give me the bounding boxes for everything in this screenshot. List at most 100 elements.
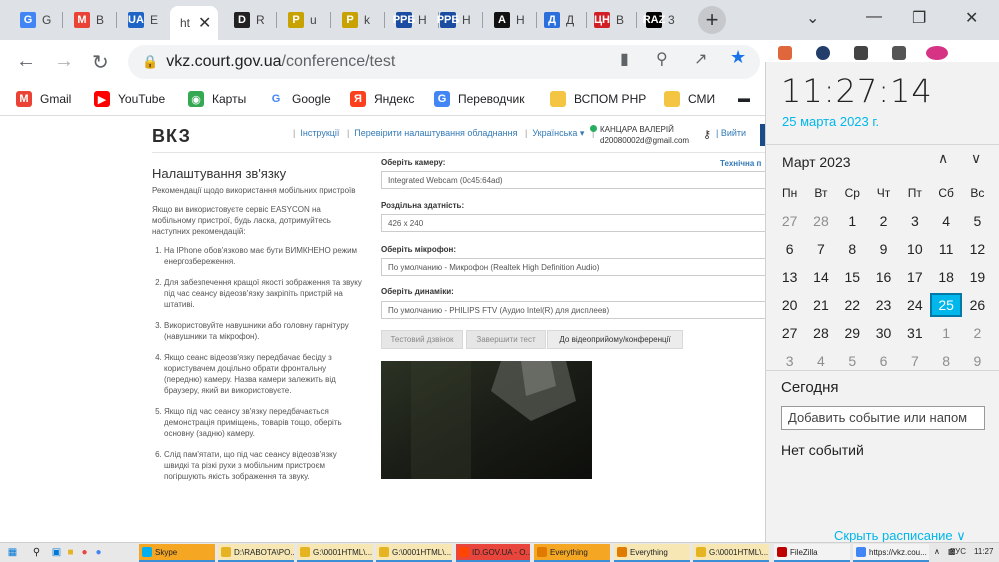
bookmark-item[interactable]: M Gmail xyxy=(16,91,71,107)
browser-tab[interactable]: Рk xyxy=(332,6,382,34)
calendar-day[interactable]: 16 xyxy=(868,269,899,285)
taskbar-task[interactable]: FileZilla xyxy=(774,544,850,562)
taskbar-task[interactable]: G:\0001HTML\... xyxy=(376,544,452,562)
calendar-day[interactable]: 4 xyxy=(930,213,961,229)
browser-tab[interactable]: UA E xyxy=(118,6,168,34)
calendar-day[interactable]: 19 xyxy=(962,269,993,285)
calendar-day[interactable]: 3 xyxy=(774,353,805,369)
logout-link[interactable]: | Вийти xyxy=(716,128,746,138)
window-close-icon[interactable]: ✕ xyxy=(965,8,978,28)
chevron-up-icon[interactable]: ∧ xyxy=(938,150,948,167)
calendar-day[interactable]: 7 xyxy=(899,353,930,369)
calendar-day[interactable]: 26 xyxy=(962,297,993,313)
calendar-month[interactable]: Март 2023 xyxy=(782,154,851,170)
tab-close-icon[interactable]: ✕ xyxy=(198,13,211,33)
calendar-day[interactable]: 17 xyxy=(899,269,930,285)
calendar-day-today[interactable]: 25 xyxy=(930,293,962,317)
calendar-day[interactable]: 21 xyxy=(805,297,836,313)
calendar-day[interactable]: 29 xyxy=(837,325,868,341)
tech-support-link[interactable]: Технічна п xyxy=(720,159,761,168)
calendar-day[interactable]: 10 xyxy=(899,241,930,257)
start-icon[interactable]: ▦ xyxy=(6,546,19,559)
calendar-day[interactable]: 4 xyxy=(805,353,836,369)
calendar-day[interactable]: 27 xyxy=(774,325,805,341)
calendar-day[interactable]: 6 xyxy=(774,241,805,257)
calendar-day[interactable]: 9 xyxy=(962,353,993,369)
bookmark-overflow-icon[interactable]: ▬ xyxy=(738,91,750,105)
taskbar-task[interactable]: Everything xyxy=(614,544,690,562)
hide-schedule-text[interactable]: Скрыть расписание xyxy=(834,528,953,543)
chrome-icon[interactable]: ● xyxy=(92,546,105,559)
logout-text[interactable]: Вийти xyxy=(721,128,746,138)
task-view-icon[interactable]: ▣ xyxy=(50,546,63,559)
profile-avatar[interactable] xyxy=(926,46,948,60)
bookmark-item[interactable]: ◉ Карты xyxy=(188,91,246,107)
taskbar-task[interactable]: ID.GOV.UA - O... xyxy=(456,544,530,562)
taskbar-task[interactable]: https://vkz.cou... xyxy=(853,544,929,562)
bookmark-item[interactable]: ▶ YouTube xyxy=(94,91,165,107)
calendar-day[interactable]: 30 xyxy=(868,325,899,341)
browser-tab[interactable]: РРБ Н xyxy=(430,6,480,34)
nav-language[interactable]: Українська xyxy=(532,128,577,138)
chevron-down-icon[interactable]: ∨ xyxy=(971,150,981,167)
explorer-icon[interactable]: ■ xyxy=(64,546,77,559)
camera-blocked-icon[interactable]: ▮ xyxy=(620,49,629,69)
browser-tab[interactable]: DR xyxy=(224,6,274,34)
calendar-day[interactable]: 6 xyxy=(868,353,899,369)
camera-select[interactable]: Integrated Webcam (0c45:64ad) xyxy=(381,171,765,189)
calendar-day[interactable]: 5 xyxy=(962,213,993,229)
browser-tab[interactable]: РРБ Н xyxy=(386,6,436,34)
calendar-day[interactable]: 31 xyxy=(899,325,930,341)
zoom-icon[interactable]: ⚲ xyxy=(656,49,668,69)
browser-tab[interactable]: ДД xyxy=(534,6,584,34)
language-caret-icon[interactable]: ▾ xyxy=(577,128,585,138)
browser-tab[interactable]: MB xyxy=(64,6,114,34)
tray-sidebar-icon[interactable] xyxy=(892,46,906,60)
calendar-day[interactable]: 2 xyxy=(962,325,993,341)
calendar-day[interactable]: 27 xyxy=(774,213,805,229)
tray-caret-icon[interactable]: ∧ xyxy=(934,547,940,556)
minimize-icon[interactable]: — xyxy=(866,8,882,26)
search-icon[interactable]: ⚲ xyxy=(30,546,43,559)
calendar-day[interactable]: 15 xyxy=(837,269,868,285)
restore-icon[interactable]: ❐ xyxy=(912,8,926,28)
bookmark-item[interactable]: Я Яндекс xyxy=(350,91,414,107)
join-conference-button[interactable]: До відеоприйому/конференції xyxy=(547,330,683,349)
calendar-day[interactable]: 3 xyxy=(899,213,930,229)
microphone-select[interactable]: По умолчанию - Микрофон (Realtek High De… xyxy=(381,258,765,276)
browser-tab[interactable]: ЦН В xyxy=(584,6,634,34)
calendar-day[interactable]: 20 xyxy=(774,297,805,313)
taskbar-task[interactable]: D:\RABOTA\PO... xyxy=(218,544,294,562)
bookmark-item[interactable]: G Переводчик xyxy=(434,91,525,107)
flyout-date[interactable]: 25 марта 2023 г. xyxy=(782,114,879,129)
calendar-day[interactable]: 14 xyxy=(805,269,836,285)
calendar-day[interactable]: 1 xyxy=(930,325,961,341)
tray-clock[interactable]: 11:27 xyxy=(974,547,993,556)
user-name[interactable]: КАНЦАРА ВАЛЕРІЙ xyxy=(600,125,674,134)
forward-icon[interactable]: → xyxy=(54,50,74,73)
calendar-day[interactable]: 24 xyxy=(899,297,930,313)
tray-app-icon[interactable] xyxy=(778,46,792,60)
browser-tab[interactable]: GG xyxy=(10,6,60,34)
bookmark-item[interactable]: ВСПОМ PHP xyxy=(550,91,646,107)
calendar-day[interactable]: 23 xyxy=(868,297,899,313)
calendar-day[interactable]: 12 xyxy=(962,241,993,257)
nav-check-equipment[interactable]: Перевірити налаштування обладнання xyxy=(354,128,517,138)
taskbar-task[interactable]: G:\0001HTML\... xyxy=(297,544,373,562)
bookmark-item[interactable]: G Google xyxy=(268,91,331,107)
browser-tab[interactable]: RAZ 3 xyxy=(636,6,686,34)
tab-active[interactable]: ht ✕ xyxy=(170,6,218,40)
taskbar-task[interactable]: G:\0001HTML\... xyxy=(693,544,769,562)
taskbar-task[interactable]: Everything xyxy=(534,544,610,562)
speakers-select[interactable]: По умолчанию - PHILIPS FTV (Аудио Intel(… xyxy=(381,301,765,319)
site-logo[interactable]: ВКЗ xyxy=(152,126,191,147)
calendar-day[interactable]: 8 xyxy=(837,241,868,257)
browser-tab[interactable]: Рu xyxy=(278,6,328,34)
tray-globe-icon[interactable] xyxy=(816,46,830,60)
resolution-select[interactable]: 426 x 240 xyxy=(381,214,765,232)
tray-puzzle-icon[interactable] xyxy=(854,46,868,60)
add-event-input[interactable]: Добавить событие или напом xyxy=(781,406,985,430)
opera-icon[interactable]: ● xyxy=(78,546,91,559)
bookmark-star-icon[interactable]: ★ xyxy=(730,47,746,68)
tray-lang[interactable]: РУС xyxy=(950,547,966,556)
